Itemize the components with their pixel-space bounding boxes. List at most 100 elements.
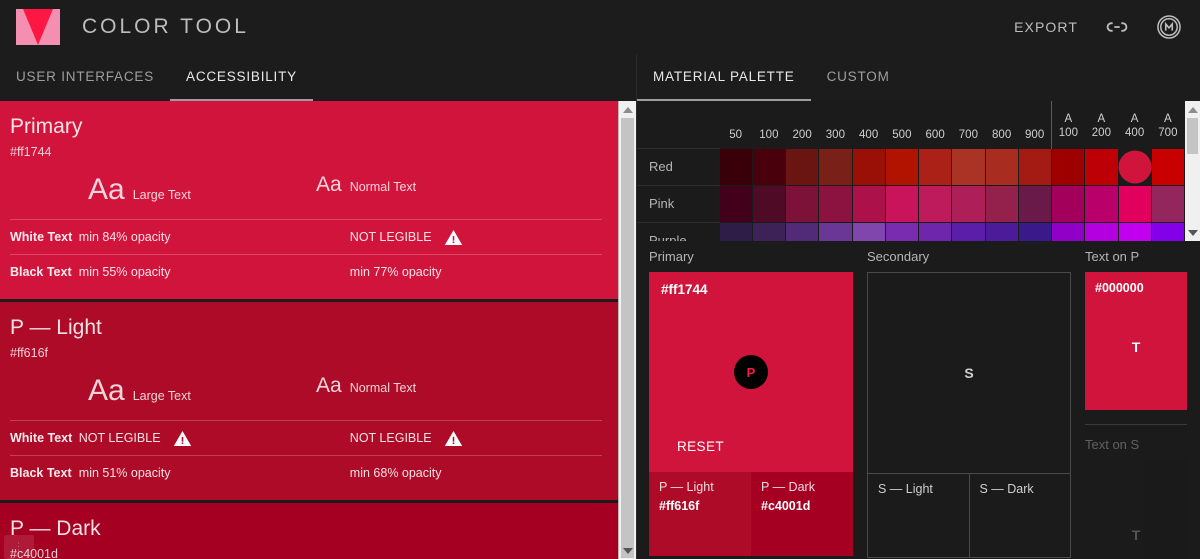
- palette-col-600: 600: [918, 101, 952, 148]
- palette-swatch-purple-400[interactable]: [851, 221, 886, 241]
- normal-text-label: Normal Text: [349, 381, 417, 395]
- palette-swatch-red-600[interactable]: [917, 147, 953, 186]
- text-on-p-swatch[interactable]: #000000 T: [1085, 272, 1187, 410]
- palette-swatch-purple-900[interactable]: [1017, 221, 1053, 241]
- palette-swatch-red-300[interactable]: [818, 147, 853, 186]
- text-on-p-hex: #000000: [1095, 281, 1144, 295]
- tab-material-palette[interactable]: MATERIAL PALETTE: [637, 69, 811, 101]
- app-header: COLOR TOOL EXPORT: [0, 0, 1200, 54]
- palette-swatch-purple-50[interactable]: [718, 221, 753, 241]
- link-icon[interactable]: [1104, 14, 1130, 40]
- palette-swatch-pink-900[interactable]: [1017, 184, 1053, 223]
- material-palette-scroll: 50 100 200 300 400 500 600 700 800 900 A 100 A 200 A 40…: [637, 101, 1185, 241]
- palette-scrollbar-thumb[interactable]: [1187, 118, 1198, 154]
- palette-swatch-red-A400[interactable]: [1117, 147, 1152, 186]
- palette-swatch-purple-200[interactable]: [784, 221, 820, 241]
- palette-swatch-pink-A700[interactable]: [1150, 184, 1185, 223]
- material-m-badge-icon[interactable]: [1156, 14, 1182, 40]
- palette-swatch-pink-800[interactable]: [984, 184, 1019, 223]
- palette-swatch-purple-800[interactable]: [984, 221, 1019, 241]
- scroll-down-arrow-icon[interactable]: [619, 542, 636, 559]
- palette-swatch-purple-700[interactable]: [951, 221, 986, 241]
- palette-swatch-red-A700[interactable]: [1150, 147, 1185, 186]
- primary-light-swatch[interactable]: P — Light #ff616f: [649, 472, 751, 556]
- palette-swatch-red-900[interactable]: [1017, 147, 1053, 186]
- palette-swatch-red-200[interactable]: [784, 147, 820, 186]
- palette-swatch-red-700[interactable]: [951, 147, 986, 186]
- palette-header-row: 50 100 200 300 400 500 600 700 800 900 A 100 A 200 A 40…: [637, 101, 1185, 149]
- palette-swatch-red-100[interactable]: [751, 147, 787, 186]
- palette-col-A400: A 400: [1118, 101, 1152, 148]
- tab-user-interfaces[interactable]: USER INTERFACES: [0, 69, 170, 101]
- palette-swatch-red-A100[interactable]: [1050, 147, 1086, 186]
- material-palette-grid: 50 100 200 300 400 500 600 700 800 900 A 100 A 200 A 40…: [637, 101, 1185, 241]
- reset-button[interactable]: RESET: [677, 439, 724, 454]
- export-button[interactable]: EXPORT: [1014, 19, 1078, 35]
- large-text-preview: Aa Large Text: [10, 374, 306, 408]
- tab-custom[interactable]: CUSTOM: [811, 69, 906, 101]
- app-logo-icon[interactable]: [16, 9, 60, 45]
- palette-swatch-purple-500[interactable]: [884, 221, 920, 241]
- palette-swatch-pink-A400[interactable]: [1117, 184, 1152, 223]
- palette-swatch-red-500[interactable]: [884, 147, 920, 186]
- text-on-s-badge: T: [1131, 526, 1141, 543]
- palette-swatch-purple-A700[interactable]: [1150, 221, 1185, 241]
- app-title: COLOR TOOL: [82, 15, 249, 38]
- palette-swatch-purple-300[interactable]: [818, 221, 853, 241]
- legibility-row-label: Black Text: [10, 265, 72, 279]
- palette-swatch-purple-100[interactable]: [751, 221, 787, 241]
- palette-swatch-red-A200[interactable]: [1084, 147, 1119, 186]
- palette-swatch-pink-500[interactable]: [884, 184, 920, 223]
- palette-swatch-pink-400[interactable]: [851, 184, 886, 223]
- accessibility-card-hex: #ff1744: [10, 145, 52, 159]
- legibility-row: Black Text min 51% opacity min 68% opacity: [10, 455, 602, 490]
- palette-scroll-down-arrow-icon[interactable]: [1185, 224, 1200, 241]
- palette-swatch-pink-50[interactable]: [718, 184, 753, 223]
- palette-swatch-purple-A400[interactable]: [1117, 221, 1152, 241]
- primary-swatch[interactable]: #ff1744 P RESET: [649, 272, 853, 472]
- palette-col-400: 400: [852, 101, 886, 148]
- secondary-light-swatch[interactable]: S — Light: [868, 474, 969, 557]
- palette-swatch-pink-700[interactable]: [951, 184, 986, 223]
- primary-dark-swatch[interactable]: P — Dark #c4001d: [751, 472, 853, 556]
- legibility-normal-value: NOT LEGIBLE: [340, 228, 602, 247]
- left-scrollbar[interactable]: [618, 101, 636, 559]
- large-text-label: Large Text: [132, 188, 191, 202]
- palette-swatch-red-50[interactable]: [718, 147, 753, 186]
- text-on-s-group: Text on S T: [1085, 437, 1187, 559]
- text-on-s-swatch[interactable]: T: [1085, 460, 1187, 559]
- secondary-main-area[interactable]: S: [868, 273, 1070, 473]
- primary-variants: P — Light #ff616f P — Dark #c4001d: [649, 472, 853, 556]
- palette-swatch-pink-600[interactable]: [917, 184, 953, 223]
- palette-swatch-pink-200[interactable]: [784, 184, 820, 223]
- palette-swatch-pink-300[interactable]: [818, 184, 853, 223]
- palette-col-800: 800: [985, 101, 1019, 148]
- material-palette-grid-wrap: 50 100 200 300 400 500 600 700 800 900 A 100 A 200 A 40…: [637, 101, 1200, 241]
- text-color-slots: Text on P #000000 T Text on S T: [1085, 249, 1187, 559]
- palette-col-A200: A 200: [1084, 101, 1118, 148]
- warning-icon: [444, 229, 462, 245]
- palette-scroll-up-arrow-icon[interactable]: [1185, 101, 1200, 118]
- palette-swatch-red-400[interactable]: [851, 147, 886, 186]
- palette-swatch-purple-A200[interactable]: [1084, 221, 1119, 241]
- left-scrollbar-thumb[interactable]: [621, 118, 634, 558]
- palette-col-50: 50: [719, 101, 753, 148]
- palette-scrollbar[interactable]: [1185, 101, 1200, 241]
- accessibility-card-title: Primary: [10, 115, 83, 138]
- palette-row: Red: [637, 147, 1185, 186]
- palette-swatch-purple-A100[interactable]: [1050, 221, 1086, 241]
- secondary-dark-swatch[interactable]: S — Dark: [968, 474, 1071, 557]
- scroll-up-arrow-icon[interactable]: [619, 101, 636, 118]
- palette-swatch-purple-600[interactable]: [917, 221, 953, 241]
- secondary-swatch-empty[interactable]: S S — Light S — Dark: [867, 272, 1071, 558]
- feedback-bubble-icon[interactable]: ⋮: [4, 535, 34, 559]
- palette-swatch-pink-100[interactable]: [751, 184, 787, 223]
- tab-accessibility[interactable]: ACCESSIBILITY: [170, 69, 313, 101]
- accessibility-pane: USER INTERFACES ACCESSIBILITY Primary #ff…: [0, 54, 636, 559]
- secondary-variants: S — Light S — Dark: [868, 473, 1070, 557]
- legibility-row: White Text NOT LEGIBLE NOT LEGIBLE: [10, 420, 602, 455]
- palette-row: Purple: [637, 221, 1185, 241]
- palette-swatch-pink-A200[interactable]: [1084, 184, 1119, 223]
- palette-swatch-red-800[interactable]: [984, 147, 1019, 186]
- palette-swatch-pink-A100[interactable]: [1050, 184, 1086, 223]
